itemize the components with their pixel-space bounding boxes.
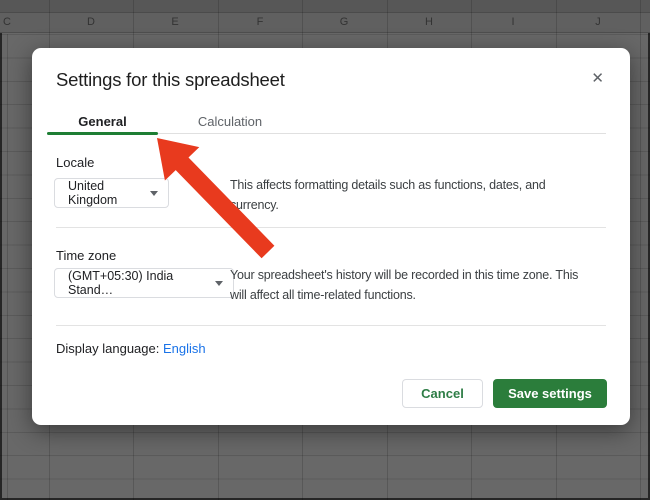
locale-select[interactable]: United Kingdom bbox=[54, 178, 169, 208]
locale-select-value: United Kingdom bbox=[68, 179, 142, 207]
timezone-help-text: Your spreadsheet's history will be recor… bbox=[230, 266, 630, 305]
display-language-label: Display language: bbox=[56, 341, 163, 356]
timezone-label: Time zone bbox=[56, 248, 116, 263]
column-header-H: H bbox=[425, 16, 433, 28]
timezone-select-value: (GMT+05:30) India Stand… bbox=[68, 269, 207, 297]
display-language-link[interactable]: English bbox=[163, 341, 206, 356]
active-tab-underline bbox=[47, 132, 158, 135]
spreadsheet-top-strip bbox=[0, 0, 650, 13]
column-header-C: C bbox=[3, 16, 11, 28]
section-divider bbox=[56, 325, 606, 326]
timezone-select[interactable]: (GMT+05:30) India Stand… bbox=[54, 268, 234, 298]
column-header-I: I bbox=[511, 16, 514, 28]
column-header-D: D bbox=[87, 16, 95, 28]
locale-label: Locale bbox=[56, 155, 94, 170]
spreadsheet-column-header-row: C D E F G H I J bbox=[0, 13, 650, 33]
chevron-down-icon bbox=[150, 191, 158, 196]
dialog-button-row: Cancel Save settings bbox=[402, 379, 607, 408]
column-header-F: F bbox=[257, 16, 264, 28]
save-settings-button[interactable]: Save settings bbox=[493, 379, 607, 408]
screenshot-root: { "spreadsheet": { "column_headers": ["C… bbox=[0, 0, 650, 500]
tab-general[interactable]: General bbox=[47, 108, 158, 134]
display-language-row: Display language: English bbox=[56, 341, 206, 356]
spreadsheet-settings-dialog: Settings for this spreadsheet ✕ General … bbox=[32, 48, 630, 425]
section-divider bbox=[56, 227, 606, 228]
column-header-J: J bbox=[595, 16, 601, 28]
tab-calculation[interactable]: Calculation bbox=[158, 108, 302, 134]
column-header-G: G bbox=[340, 16, 349, 28]
column-header-E: E bbox=[171, 16, 178, 28]
locale-help-text: This affects formatting details such as … bbox=[230, 176, 630, 215]
dialog-title: Settings for this spreadsheet bbox=[56, 69, 285, 91]
cancel-button[interactable]: Cancel bbox=[402, 379, 483, 408]
tab-bar: General Calculation bbox=[47, 108, 606, 134]
close-icon[interactable]: ✕ bbox=[591, 71, 604, 86]
gridline bbox=[640, 0, 641, 500]
chevron-down-icon bbox=[215, 281, 223, 286]
gridline bbox=[7, 34, 8, 500]
